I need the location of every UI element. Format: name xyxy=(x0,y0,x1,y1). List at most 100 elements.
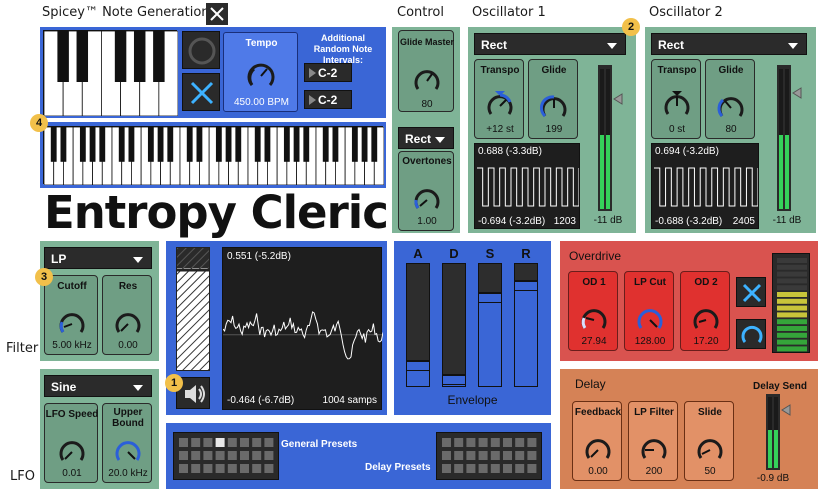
preset-slot[interactable] xyxy=(478,451,488,460)
preset-slot[interactable] xyxy=(490,464,500,473)
black-key[interactable] xyxy=(283,127,290,162)
preset-slot[interactable] xyxy=(264,438,274,447)
preset-slot[interactable] xyxy=(227,451,237,460)
black-key[interactable] xyxy=(114,31,127,82)
preset-slot[interactable] xyxy=(264,464,274,473)
envelope-slider-d[interactable] xyxy=(442,263,466,387)
preset-slot[interactable] xyxy=(515,438,525,447)
preset-slot[interactable] xyxy=(240,464,249,473)
black-key[interactable] xyxy=(99,127,106,162)
preset-slot[interactable] xyxy=(503,451,512,460)
output-volume-slider[interactable] xyxy=(176,247,210,371)
piano-keyboard[interactable] xyxy=(43,126,385,186)
delay-feedback-knob[interactable] xyxy=(584,436,612,464)
preset-slot[interactable] xyxy=(179,438,188,447)
preset-slot[interactable] xyxy=(490,438,500,447)
filter-res-knob[interactable] xyxy=(114,310,142,338)
envelope-slider-r[interactable] xyxy=(514,263,538,387)
lfo-speed-knob[interactable] xyxy=(58,438,86,466)
black-key[interactable] xyxy=(60,127,67,162)
osc2-meter-slider[interactable] xyxy=(792,87,802,99)
lfo-upper-knob[interactable] xyxy=(114,438,142,466)
black-key[interactable] xyxy=(118,127,125,162)
interval-1-select[interactable]: C-2 xyxy=(304,63,352,82)
black-key[interactable] xyxy=(153,31,165,82)
preset-slot[interactable] xyxy=(191,451,201,460)
preset-slot[interactable] xyxy=(503,464,512,473)
black-key[interactable] xyxy=(264,127,271,162)
black-key[interactable] xyxy=(322,127,329,162)
od1-knob[interactable] xyxy=(580,306,608,334)
preset-slot[interactable] xyxy=(527,464,537,473)
osc1-meter-slider[interactable] xyxy=(613,93,623,105)
black-key[interactable] xyxy=(79,127,86,162)
preset-slot[interactable] xyxy=(203,464,213,473)
black-key[interactable] xyxy=(196,127,203,162)
close-button[interactable] xyxy=(206,3,228,25)
preset-slot[interactable] xyxy=(478,438,488,447)
preset-slot[interactable] xyxy=(442,438,451,447)
black-key[interactable] xyxy=(167,127,174,162)
interval-2-select[interactable]: C-2 xyxy=(304,90,352,109)
black-key[interactable] xyxy=(351,127,358,162)
black-key[interactable] xyxy=(133,31,146,82)
black-key[interactable] xyxy=(186,127,193,162)
black-key[interactable] xyxy=(293,127,300,162)
black-key[interactable] xyxy=(157,127,164,162)
osc2-transpo-knob[interactable] xyxy=(663,90,691,120)
od2-knob[interactable] xyxy=(692,306,720,334)
randomize-toggle[interactable] xyxy=(182,73,220,111)
osc2-glide-knob[interactable] xyxy=(717,94,745,122)
overdrive-bypass-toggle[interactable] xyxy=(736,277,766,307)
preset-slot[interactable] xyxy=(227,464,237,473)
preset-slot[interactable] xyxy=(442,464,451,473)
preset-slot[interactable] xyxy=(527,438,537,447)
preset-slot[interactable] xyxy=(227,438,237,447)
preset-slot[interactable] xyxy=(515,451,525,460)
preset-slot[interactable] xyxy=(215,451,225,460)
preset-slot[interactable] xyxy=(515,464,525,473)
preset-slot[interactable] xyxy=(215,464,225,473)
osc1-transpo-knob[interactable] xyxy=(486,90,514,120)
control-waveform-select[interactable]: Rect xyxy=(398,127,454,149)
overdrive-power-button[interactable] xyxy=(736,319,766,349)
glide-master-knob[interactable] xyxy=(413,67,441,95)
preset-slot[interactable] xyxy=(240,438,249,447)
preset-slot[interactable] xyxy=(442,451,451,460)
delay-presets-grid[interactable] xyxy=(436,432,542,480)
osc1-waveform-select[interactable]: Rect xyxy=(474,33,626,55)
overtones-knob[interactable] xyxy=(413,186,441,214)
black-key[interactable] xyxy=(371,127,378,162)
preset-slot[interactable] xyxy=(240,451,249,460)
preset-slot[interactable] xyxy=(466,451,476,460)
lpcut-knob[interactable] xyxy=(636,306,664,334)
preset-slot[interactable] xyxy=(179,464,188,473)
black-key[interactable] xyxy=(225,127,232,162)
preset-slot[interactable] xyxy=(454,451,464,460)
preset-slot[interactable] xyxy=(203,451,213,460)
filter-type-select[interactable]: LP xyxy=(44,247,152,269)
envelope-slider-a[interactable] xyxy=(406,263,430,387)
envelope-slider-s[interactable] xyxy=(478,263,502,387)
preset-slot[interactable] xyxy=(478,464,488,473)
preset-slot[interactable] xyxy=(490,451,500,460)
black-key[interactable] xyxy=(57,31,69,82)
preset-slot[interactable] xyxy=(527,451,537,460)
black-key[interactable] xyxy=(254,127,261,162)
preset-slot[interactable] xyxy=(252,451,262,460)
lfo-waveform-select[interactable]: Sine xyxy=(44,375,152,397)
delay-lpfilter-knob[interactable] xyxy=(640,436,668,464)
filter-cutoff-knob[interactable] xyxy=(58,310,86,338)
preset-slot[interactable] xyxy=(466,464,476,473)
note-keyboard[interactable] xyxy=(43,30,179,117)
record-button[interactable] xyxy=(182,31,220,69)
preset-slot[interactable] xyxy=(215,438,225,447)
black-key[interactable] xyxy=(50,127,57,162)
preset-slot[interactable] xyxy=(466,438,476,447)
delay-slide-knob[interactable] xyxy=(696,436,724,464)
preset-slot[interactable] xyxy=(179,451,188,460)
preset-slot[interactable] xyxy=(252,464,262,473)
preset-slot[interactable] xyxy=(203,438,213,447)
black-key[interactable] xyxy=(303,127,310,162)
preset-slot[interactable] xyxy=(252,438,262,447)
